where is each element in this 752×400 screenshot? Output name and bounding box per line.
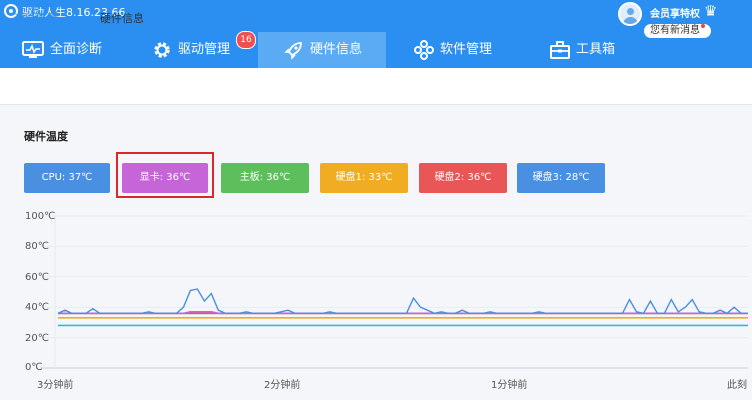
y-tick-label: 40℃ xyxy=(25,302,49,313)
series-line-0 xyxy=(57,288,748,315)
y-tick-label: 20℃ xyxy=(25,333,49,344)
y-tick-label: 100℃ xyxy=(25,211,56,222)
x-tick-label: 此刻 xyxy=(727,380,747,391)
x-tick-label: 1分钟前 xyxy=(491,380,528,391)
temperature-chart xyxy=(40,215,748,369)
y-tick-label: 80℃ xyxy=(25,241,49,252)
x-tick-label: 3分钟前 xyxy=(37,380,74,391)
y-tick-label: 60℃ xyxy=(25,272,49,283)
y-tick-label: 0℃ xyxy=(25,362,43,373)
chart-grid xyxy=(40,215,748,369)
x-tick-label: 2分钟前 xyxy=(264,380,301,391)
